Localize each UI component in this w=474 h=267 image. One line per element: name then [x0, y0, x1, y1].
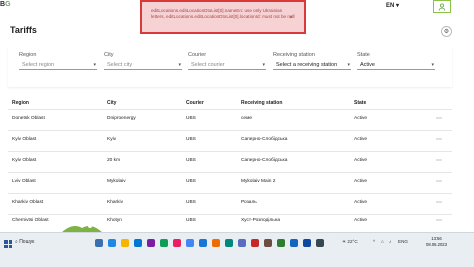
- telegram-icon[interactable]: [199, 239, 207, 247]
- word-icon[interactable]: [303, 239, 311, 247]
- app-icon[interactable]: [290, 239, 298, 247]
- table-row[interactable]: Kyiv Oblast Kyiv UBS Саперно-Слобідська …: [8, 130, 452, 152]
- app-icon[interactable]: [173, 239, 181, 247]
- row-menu-icon[interactable]: ⋯: [436, 115, 442, 122]
- edge-icon[interactable]: [108, 239, 116, 247]
- tray-chevron-icon[interactable]: ^: [373, 239, 375, 244]
- column-header-state[interactable]: State: [354, 100, 366, 106]
- table-row[interactable]: Lviv Oblast Mykolaiv UBS Mykolaiv Main 2…: [8, 172, 452, 194]
- error-alert: editLocations.editLocationDtoList[0].nam…: [140, 0, 306, 34]
- column-header-region[interactable]: Region: [12, 100, 29, 106]
- table-row[interactable]: Kyiv Oblast 20 km UBS Саперно-Слобідська…: [8, 151, 452, 173]
- station-select[interactable]: Select a receiving station ▾: [273, 60, 351, 70]
- app-icon[interactable]: [160, 239, 168, 247]
- weather-icon: ☀: [342, 239, 347, 244]
- file-explorer-icon[interactable]: [121, 239, 129, 247]
- app-icon[interactable]: [238, 239, 246, 247]
- chevron-down-icon: ▾: [93, 62, 96, 68]
- row-menu-icon[interactable]: ⋯: [436, 199, 442, 206]
- app-icon[interactable]: [147, 239, 155, 247]
- table-row[interactable]: Donetsk Oblast Dniproenergy UBS семе Act…: [8, 109, 452, 131]
- close-icon[interactable]: ×: [289, 15, 293, 22]
- chevron-down-icon: ▾: [347, 62, 350, 68]
- store-icon[interactable]: [134, 239, 142, 247]
- taskbar-search[interactable]: ⌕ Пошук: [15, 239, 34, 245]
- user-icon: [438, 3, 446, 11]
- chevron-down-icon: ▾: [431, 62, 434, 68]
- app-icon[interactable]: [251, 239, 259, 247]
- filter-label-courier: Courier: [188, 52, 207, 58]
- app-icon[interactable]: [277, 239, 285, 247]
- column-header-courier[interactable]: Courier: [186, 100, 204, 106]
- search-icon: ⌕: [15, 239, 18, 245]
- app-icon[interactable]: [212, 239, 220, 247]
- filter-label-state: State: [357, 52, 370, 58]
- row-menu-icon[interactable]: ⋯: [436, 178, 442, 185]
- row-menu-icon[interactable]: ⋯: [436, 157, 442, 164]
- table-row[interactable]: Kharkiv Oblast Kharkiv UBS Розаль Active…: [8, 193, 452, 215]
- chrome-icon[interactable]: [186, 239, 194, 247]
- chevron-down-icon: ▾: [178, 62, 181, 68]
- row-menu-icon[interactable]: ⋯: [436, 217, 442, 224]
- column-header-city[interactable]: City: [107, 100, 116, 106]
- column-header-station[interactable]: Receiving station: [241, 100, 282, 106]
- chevron-down-icon: ▾: [262, 62, 265, 68]
- filter-label-city: City: [104, 52, 114, 58]
- gear-icon[interactable]: ⚙: [441, 26, 452, 37]
- weather-widget[interactable]: ☀ 22°C: [342, 239, 358, 245]
- app-logo[interactable]: BG: [0, 1, 11, 8]
- row-menu-icon[interactable]: ⋯: [436, 136, 442, 143]
- filter-label-station: Receiving station: [273, 52, 315, 58]
- app-icon[interactable]: [316, 239, 324, 247]
- alert-message: editLocations.editLocationDtoList[0].nam…: [151, 8, 295, 19]
- app-icon[interactable]: [225, 239, 233, 247]
- language-indicator[interactable]: ENG: [398, 239, 408, 244]
- taskbar-clock[interactable]: 13:56 08.06.2023: [426, 236, 447, 247]
- task-view-icon[interactable]: [95, 239, 103, 247]
- state-select[interactable]: Active ▾: [357, 60, 435, 70]
- windows-start-icon[interactable]: [4, 240, 12, 248]
- volume-icon[interactable]: ♪: [389, 239, 391, 244]
- app-icon[interactable]: [264, 239, 272, 247]
- page-title: Tariffs: [10, 25, 37, 35]
- region-select[interactable]: Select region ▾: [19, 60, 97, 70]
- network-icon[interactable]: ⌂: [381, 239, 384, 244]
- city-select[interactable]: Select city ▾: [104, 60, 182, 70]
- windows-taskbar: ⌕ Пошук ☀ 22°C ^ ⌂ ♪ ENG 13:56 08.06.2023: [0, 232, 474, 267]
- filter-label-region: Region: [19, 52, 37, 58]
- courier-select[interactable]: Select courier ▾: [188, 60, 266, 70]
- chevron-down-icon: ▾: [396, 3, 400, 9]
- user-menu-button[interactable]: [433, 0, 451, 13]
- language-selector[interactable]: EN ▾: [386, 2, 399, 9]
